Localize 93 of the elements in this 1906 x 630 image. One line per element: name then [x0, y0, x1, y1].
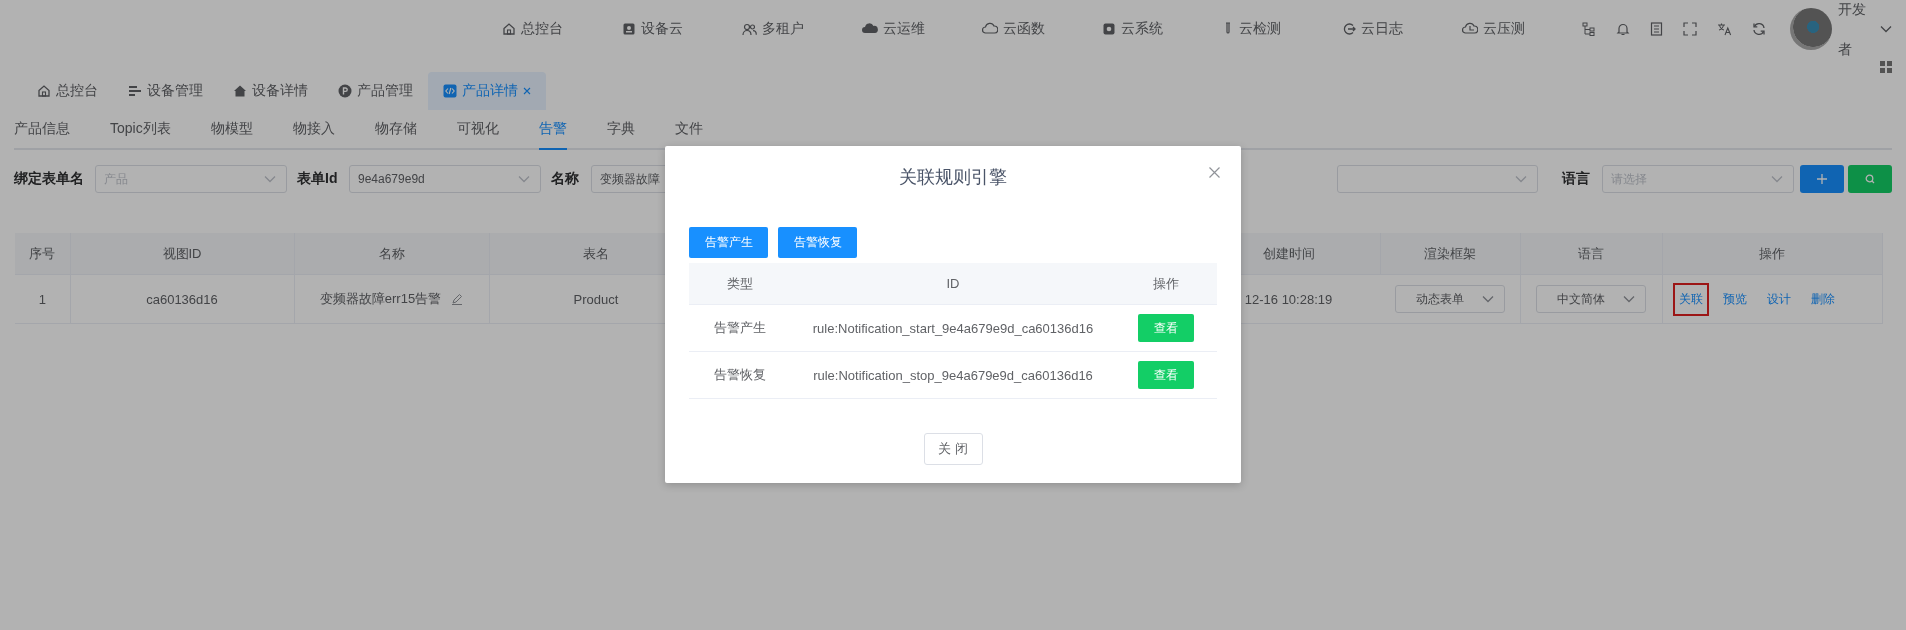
chevron-down-icon [518, 175, 530, 183]
refresh-icon[interactable] [1752, 21, 1766, 36]
filter-label: 绑定表单名 [14, 170, 85, 188]
code-icon [443, 84, 457, 98]
section-tab[interactable]: 告警 [538, 110, 567, 150]
bell-icon[interactable] [1616, 21, 1630, 36]
home-icon [233, 84, 247, 98]
column-header: 名称 [378, 245, 405, 261]
table-cell: 告警产生 [714, 320, 766, 335]
close-icon[interactable] [1209, 167, 1220, 178]
column-header: 表名 [583, 245, 609, 261]
nav-link[interactable]: 云运维 [862, 19, 982, 38]
section-tab[interactable]: 产品信息 [14, 110, 70, 150]
table-cell: rule:Notification_stop_9e4a679e9d_ca60136d16 [813, 367, 1093, 383]
section-tab[interactable]: 物存储 [374, 110, 417, 150]
section-tab[interactable]: 物接入 [292, 110, 335, 150]
action-link[interactable]: 关联 [1673, 282, 1709, 316]
nav-link[interactable]: 总控台 [502, 19, 622, 38]
filter-label: 语言 [1562, 170, 1591, 188]
nav-link[interactable]: 云日志 [1342, 19, 1462, 38]
chevron-down-icon [1481, 295, 1494, 303]
alarm-type-button[interactable]: 告警恢复 [778, 227, 857, 258]
document-icon[interactable] [1650, 21, 1663, 36]
home-icon [502, 21, 516, 36]
select-field[interactable]: 9e4a679e9d [349, 165, 541, 193]
search-icon [1865, 174, 1875, 184]
cloud-icon [982, 21, 998, 36]
filter-label: 名称 [551, 170, 580, 188]
select-field[interactable]: 动态表单 [1394, 285, 1505, 313]
table-cell: 12-16 10:28:19 [1244, 291, 1333, 307]
avatar[interactable] [1790, 7, 1832, 50]
section-tab[interactable]: 文件 [674, 110, 703, 150]
home-icon [37, 84, 51, 98]
page-tab[interactable]: 总控台 [22, 72, 113, 110]
add-button[interactable] [1800, 165, 1844, 193]
close-button[interactable]: 关 闭 [923, 433, 983, 465]
table-cell: 变频器故障err15告警 [319, 290, 442, 308]
column-header: 操作 [1759, 245, 1785, 261]
chevron-down-icon [1771, 175, 1783, 183]
dialog-title: 关联规则引擎 [898, 166, 1008, 189]
table-cell: Product [573, 291, 619, 307]
cloud-icon [1462, 21, 1478, 36]
nav-link[interactable]: 云检测 [1222, 19, 1342, 38]
action-link[interactable]: 预览 [1717, 282, 1753, 316]
table-cell: 告警恢复 [714, 367, 766, 382]
table-cell: rule:Notification_start_9e4a679e9d_ca60136d16 [812, 320, 1094, 336]
cloud-icon [862, 21, 878, 36]
user-name[interactable]: 开发者 [1838, 0, 1868, 69]
chevron-down-icon [1880, 24, 1892, 33]
close-icon[interactable] [523, 87, 531, 95]
parking-icon [338, 84, 352, 98]
nav-link[interactable]: 云函数 [982, 19, 1102, 38]
fullscreen-icon[interactable] [1683, 21, 1697, 36]
action-link[interactable]: 设计 [1761, 282, 1797, 316]
nav-link[interactable]: 云系统 [1102, 19, 1222, 38]
grid-icon[interactable] [1880, 61, 1892, 73]
column-header: 操作 [1153, 275, 1179, 291]
hierarchy-icon[interactable] [1582, 21, 1596, 36]
nav-link[interactable]: 设备云 [622, 19, 742, 38]
page-tab[interactable]: 设备管理 [113, 72, 218, 110]
section-tab[interactable]: 物模型 [210, 110, 253, 150]
column-header: 序号 [29, 245, 56, 261]
section-tab[interactable]: 字典 [606, 110, 635, 150]
column-header: 语言 [1578, 245, 1604, 261]
action-link[interactable]: 删除 [1805, 282, 1841, 316]
plus-icon [1817, 174, 1827, 184]
list-icon [128, 84, 142, 98]
translate-icon[interactable] [1717, 21, 1732, 36]
alarm-type-button[interactable]: 告警产生 [689, 227, 768, 258]
column-header: 类型 [727, 275, 753, 291]
section-tab[interactable]: 可视化 [456, 110, 499, 150]
table-cell: 1 [38, 291, 46, 307]
users-icon [742, 21, 757, 36]
column-header: 视图ID [162, 245, 202, 261]
select-field[interactable] [1337, 165, 1538, 193]
chevron-down-icon [1623, 295, 1635, 303]
table-cell: ca60136d16 [146, 291, 218, 307]
chevron-down-icon [264, 175, 276, 183]
page-tab[interactable]: 产品详情 [428, 72, 546, 110]
filter-label: 表单Id [297, 170, 339, 188]
select-field[interactable]: 中文简体 [1536, 285, 1646, 313]
column-header: ID [946, 276, 960, 291]
column-header: 渲染框架 [1424, 245, 1476, 261]
chevron-down-icon [1515, 175, 1527, 183]
pencil-icon[interactable] [451, 293, 464, 305]
page-tab[interactable]: 产品管理 [323, 72, 428, 110]
id-card-icon [622, 21, 636, 36]
section-tab[interactable]: Topic列表 [110, 110, 171, 150]
circle-arrow-icon [1342, 21, 1356, 36]
nav-link[interactable]: 云压测 [1462, 19, 1582, 38]
nav-link[interactable]: 多租户 [742, 19, 862, 38]
column-header: 创建时间 [1262, 245, 1315, 261]
page-tab[interactable]: 设备详情 [218, 72, 323, 110]
